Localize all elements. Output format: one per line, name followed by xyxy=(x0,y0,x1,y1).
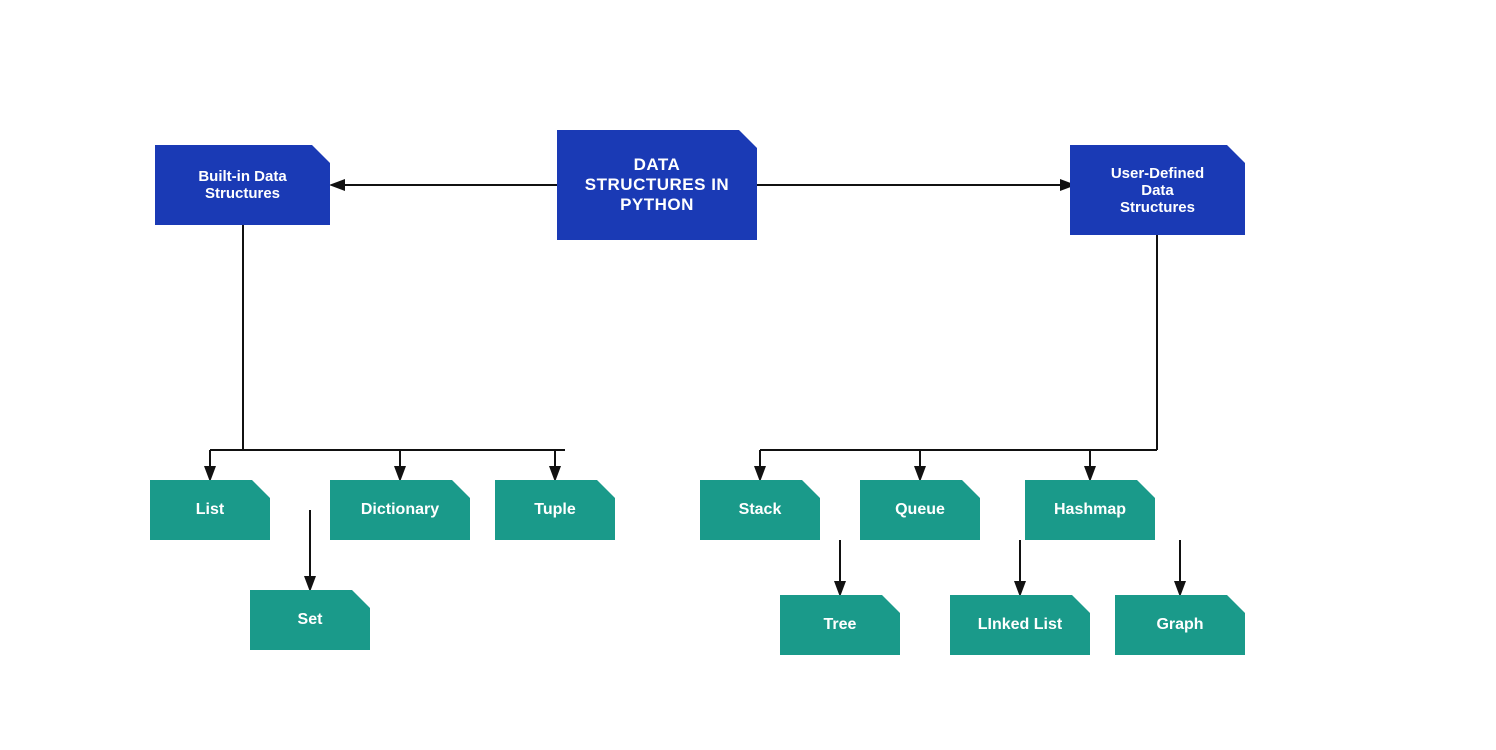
root-node: DATA STRUCTURES IN PYTHON xyxy=(557,130,757,240)
graph-node: Graph xyxy=(1115,595,1245,655)
set-node: Set xyxy=(250,590,370,650)
builtin-node: Built-in Data Structures xyxy=(155,145,330,225)
hashmap-node: Hashmap xyxy=(1025,480,1155,540)
queue-node: Queue xyxy=(860,480,980,540)
tree-node: Tree xyxy=(780,595,900,655)
dictionary-node: Dictionary xyxy=(330,480,470,540)
userdefined-node: User-Defined Data Structures xyxy=(1070,145,1245,235)
stack-node: Stack xyxy=(700,480,820,540)
list-node: List xyxy=(150,480,270,540)
tuple-node: Tuple xyxy=(495,480,615,540)
linkedlist-node: LInked List xyxy=(950,595,1090,655)
connector-lines xyxy=(0,0,1496,750)
diagram-container: DATA STRUCTURES IN PYTHON Built-in Data … xyxy=(0,0,1496,750)
